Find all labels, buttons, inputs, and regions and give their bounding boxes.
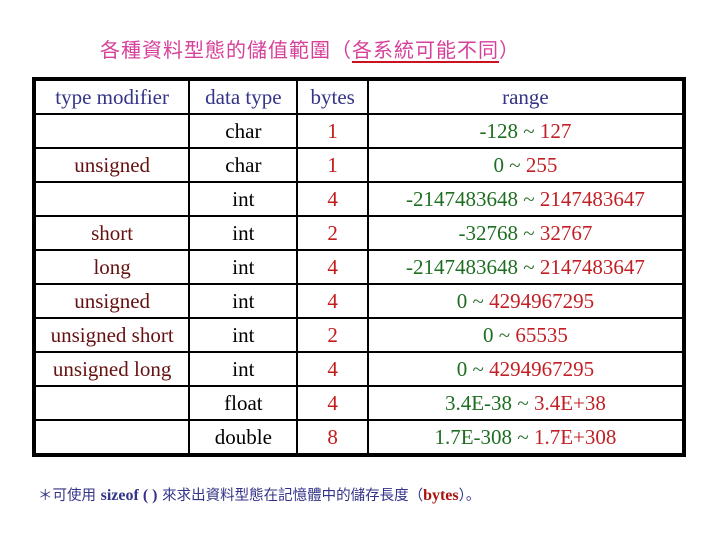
- range-separator: ~: [517, 424, 529, 449]
- range-min: 0: [456, 288, 468, 313]
- range-max: 65535: [515, 322, 568, 347]
- title-main: 各種資料型態的儲值範圍（: [100, 38, 352, 62]
- footnote-unit: bytes: [423, 487, 459, 504]
- cell-modifier: unsigned short: [32, 317, 191, 353]
- range-min: 0: [493, 152, 504, 177]
- header-data-type: data type: [188, 78, 299, 115]
- range-separator: ~: [517, 390, 529, 415]
- range-max: 127: [539, 118, 572, 143]
- cell-bytes: 2: [296, 317, 369, 353]
- table-header-row: type modifier data type bytes range: [32, 78, 686, 115]
- footnote-suffix: ）。: [458, 488, 481, 504]
- range-max: 4294967295: [489, 288, 595, 313]
- cell-range: 0 ~ 4294967295: [366, 351, 686, 387]
- cell-data-type: double: [188, 419, 299, 456]
- cell-bytes: 4: [296, 351, 369, 387]
- range-separator: ~: [523, 254, 535, 279]
- range-max: 32767: [539, 220, 593, 245]
- cell-data-type: char: [188, 147, 299, 183]
- cell-modifier: [32, 419, 191, 456]
- cell-bytes: 8: [296, 419, 369, 456]
- cell-data-type: int: [188, 181, 299, 217]
- cell-modifier: [32, 113, 191, 149]
- table-row: float 4 3.4E-38 ~ 3.4E+38: [32, 385, 686, 421]
- data-type-range-table: type modifier data type bytes range char…: [32, 77, 686, 457]
- cell-modifier: unsigned long: [32, 351, 191, 387]
- cell-bytes: 4: [296, 249, 369, 285]
- range-min: 1.7E-308: [434, 424, 513, 449]
- page-title: 各種資料型態的儲值範圍（各系統可能不同）: [100, 34, 520, 63]
- range-min: -2147483648: [405, 186, 518, 211]
- title-close: ）: [499, 38, 520, 62]
- range-separator: ~: [523, 118, 535, 143]
- cell-range: 1.7E-308 ~ 1.7E+308: [366, 419, 686, 456]
- range-separator: ~: [523, 220, 535, 245]
- cell-data-type: int: [188, 215, 299, 251]
- table-row: long int 4 -2147483648 ~ 2147483647: [32, 249, 686, 285]
- footnote: ＊可使用 sizeof ( ) 來求出資料型態在記憶體中的儲存長度（bytes）…: [38, 484, 480, 505]
- range-max: 2147483647: [539, 186, 645, 211]
- range-separator: ~: [509, 152, 521, 177]
- title-underlined-note: 各系統可能不同: [352, 38, 499, 62]
- range-separator: ~: [472, 356, 484, 381]
- cell-bytes: 2: [296, 215, 369, 251]
- range-min: 0: [482, 322, 494, 347]
- range-max: 4294967295: [489, 356, 595, 381]
- cell-bytes: 4: [296, 181, 369, 217]
- cell-modifier: [32, 181, 191, 217]
- range-min: 0: [456, 356, 468, 381]
- range-max: 1.7E+308: [533, 424, 617, 449]
- footnote-prefix: ＊可使用: [38, 488, 101, 504]
- cell-bytes: 4: [296, 283, 369, 319]
- cell-data-type: char: [188, 113, 299, 149]
- cell-modifier: [32, 385, 191, 421]
- cell-range: -2147483648 ~ 2147483647: [366, 181, 686, 217]
- range-min: -32768: [458, 220, 518, 245]
- cell-range: -32768 ~ 32767: [366, 215, 686, 251]
- cell-bytes: 1: [296, 147, 369, 183]
- cell-range: -128 ~ 127: [366, 113, 686, 149]
- cell-data-type: int: [188, 283, 299, 319]
- table-row: int 4 -2147483648 ~ 2147483647: [32, 181, 686, 217]
- table-row: double 8 1.7E-308 ~ 1.7E+308: [32, 419, 686, 456]
- table-row: unsigned char 1 0 ~ 255: [32, 147, 686, 183]
- cell-modifier: long: [32, 249, 191, 285]
- range-max: 3.4E+38: [533, 390, 606, 415]
- range-min: 3.4E-38: [444, 390, 513, 415]
- table-row: char 1 -128 ~ 127: [32, 113, 686, 149]
- cell-modifier: short: [32, 215, 191, 251]
- cell-range: 0 ~ 65535: [366, 317, 686, 353]
- range-max: 2147483647: [539, 254, 645, 279]
- header-range: range: [366, 78, 686, 115]
- cell-data-type: float: [188, 385, 299, 421]
- cell-range: -2147483648 ~ 2147483647: [366, 249, 686, 285]
- range-min: -128: [479, 118, 518, 143]
- cell-data-type: int: [188, 317, 299, 353]
- cell-bytes: 1: [296, 113, 369, 149]
- cell-range: 0 ~ 255: [366, 147, 686, 183]
- cell-range: 0 ~ 4294967295: [366, 283, 686, 319]
- range-min: -2147483648: [405, 254, 518, 279]
- table-row: unsigned long int 4 0 ~ 4294967295: [32, 351, 686, 387]
- cell-modifier: unsigned: [32, 147, 191, 183]
- header-bytes: bytes: [296, 78, 369, 115]
- table-row: unsigned int 4 0 ~ 4294967295: [32, 283, 686, 319]
- footnote-sizeof-code: sizeof ( ): [100, 487, 158, 504]
- range-max: 255: [525, 152, 558, 177]
- header-type-modifier: type modifier: [32, 78, 191, 115]
- cell-data-type: int: [188, 249, 299, 285]
- cell-range: 3.4E-38 ~ 3.4E+38: [366, 385, 686, 421]
- table-row: short int 2 -32768 ~ 32767: [32, 215, 686, 251]
- cell-data-type: int: [188, 351, 299, 387]
- footnote-middle: 來求出資料型態在記憶體中的儲存長度（: [157, 488, 424, 504]
- range-separator: ~: [472, 288, 484, 313]
- cell-modifier: unsigned: [32, 283, 191, 319]
- range-separator: ~: [523, 186, 535, 211]
- range-separator: ~: [498, 322, 511, 347]
- cell-bytes: 4: [296, 385, 369, 421]
- table-row: unsigned short int 2 0 ~ 65535: [32, 317, 686, 353]
